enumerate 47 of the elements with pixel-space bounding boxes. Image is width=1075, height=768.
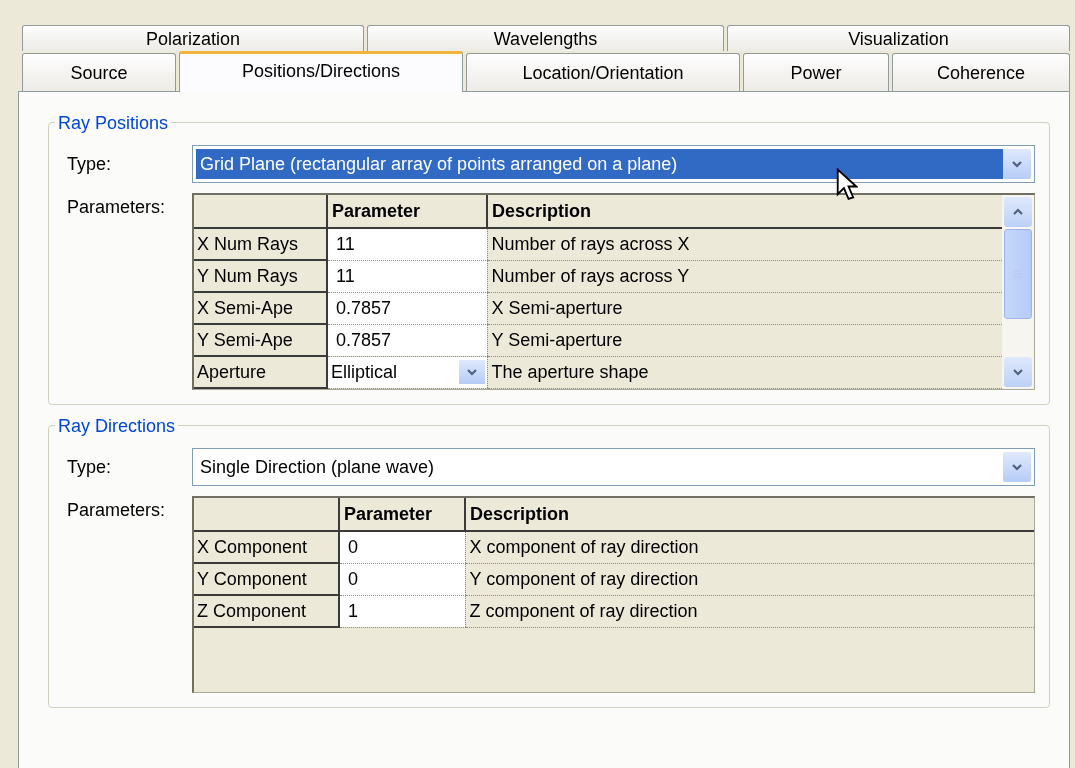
- table-cell: X component of ray direction: [465, 531, 1034, 563]
- value-cell[interactable]: 0: [339, 531, 465, 563]
- column-header: Description: [487, 195, 1002, 228]
- scrollbar[interactable]: [1002, 195, 1034, 389]
- table-cell: Number of rays across Y: [487, 260, 1002, 292]
- value-cell[interactable]: 1: [339, 595, 465, 627]
- value-cell[interactable]: 0.7857: [327, 324, 487, 356]
- table-cell: Y Semi-aperture: [487, 324, 1002, 356]
- table-cell: Y component of ray direction: [465, 563, 1034, 595]
- row-header: Aperture: [194, 356, 327, 388]
- value-cell[interactable]: 0: [339, 563, 465, 595]
- value-cell[interactable]: 0.7857: [327, 292, 487, 324]
- row-header: Y Num Rays: [194, 260, 327, 292]
- scroll-down-icon: [1004, 357, 1032, 387]
- tab[interactable]: Positions/Directions: [179, 51, 463, 92]
- row-header: X Num Rays: [194, 228, 327, 260]
- tab[interactable]: Visualization: [727, 25, 1070, 51]
- row-header: Y Component: [194, 563, 339, 595]
- field-label: Type:: [67, 456, 113, 478]
- table-cell: X Semi-aperture: [487, 292, 1002, 324]
- row-header: X Component: [194, 531, 339, 563]
- field-label: Type:: [67, 153, 113, 175]
- table-cell: The aperture shape: [487, 356, 1002, 388]
- type-dropdown[interactable]: Grid Plane (rectangular array of points arranged on a plane): [192, 145, 1035, 183]
- tab[interactable]: Location/Orientation: [466, 53, 740, 91]
- column-header: Description: [465, 498, 1034, 531]
- tab[interactable]: Power: [743, 53, 889, 91]
- type-dropdown[interactable]: Single Direction (plane wave): [192, 448, 1035, 486]
- value-dropdown[interactable]: Elliptical: [327, 356, 487, 388]
- mouse-pointer-icon: [836, 168, 858, 202]
- column-header: Parameter: [327, 195, 487, 228]
- tab[interactable]: Source: [22, 53, 176, 91]
- column-header: Parameter: [339, 498, 465, 531]
- tab[interactable]: Polarization: [22, 25, 364, 51]
- row-header: Z Component: [194, 595, 339, 627]
- row-header: Y Semi-Ape: [194, 324, 327, 356]
- field-label: Parameters:: [67, 197, 167, 218]
- row-header: X Semi-Ape: [194, 292, 327, 324]
- table-cell: Z component of ray direction: [465, 595, 1034, 627]
- value-cell[interactable]: 11: [327, 228, 487, 260]
- table-cell: Number of rays across X: [487, 228, 1002, 260]
- scroll-up-icon: [1004, 197, 1032, 227]
- tab[interactable]: Wavelengths: [367, 25, 724, 51]
- field-label: Parameters:: [67, 500, 167, 521]
- scroll-thumb[interactable]: [1004, 229, 1032, 319]
- tab[interactable]: Coherence: [892, 53, 1070, 91]
- value-cell[interactable]: 11: [327, 260, 487, 292]
